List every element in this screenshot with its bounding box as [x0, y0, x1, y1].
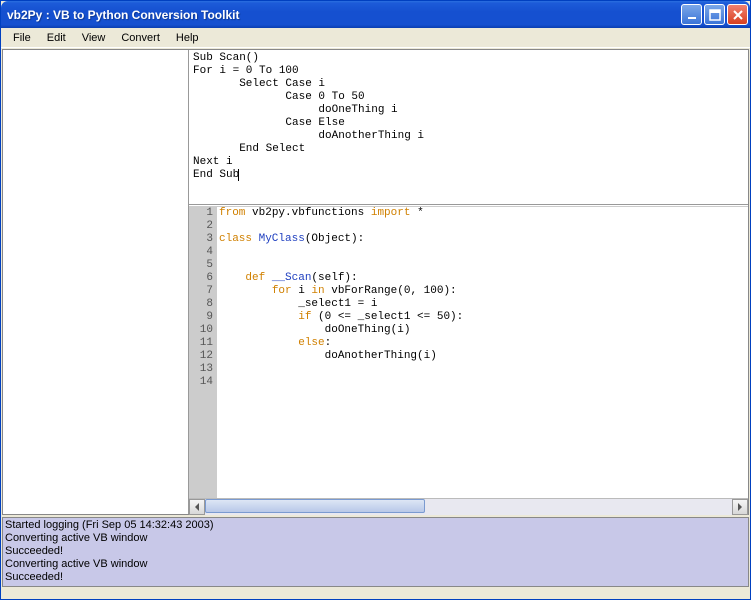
- vb-source-editor[interactable]: Sub Scan()For i = 0 To 100 Select Case i…: [189, 50, 748, 205]
- menubar: File Edit View Convert Help: [1, 28, 750, 48]
- scroll-thumb[interactable]: [205, 499, 425, 513]
- log-output-pane[interactable]: Started logging (Fri Sep 05 14:32:43 200…: [2, 517, 749, 587]
- window-title: vb2Py : VB to Python Conversion Toolkit: [7, 8, 681, 22]
- horizontal-scrollbar[interactable]: [189, 498, 748, 514]
- titlebar[interactable]: vb2Py : VB to Python Conversion Toolkit: [1, 1, 750, 28]
- scroll-left-arrow-icon[interactable]: [189, 499, 205, 515]
- scroll-track[interactable]: [205, 499, 732, 515]
- statusbar: [1, 588, 750, 599]
- window-controls: [681, 4, 748, 25]
- menu-edit[interactable]: Edit: [39, 30, 74, 46]
- menu-view[interactable]: View: [74, 30, 114, 46]
- python-code-area[interactable]: from vb2py.vbfunctions import * class My…: [217, 207, 748, 498]
- editors-pane: Sub Scan()For i = 0 To 100 Select Case i…: [189, 50, 748, 514]
- menu-help[interactable]: Help: [168, 30, 207, 46]
- python-editor-wrap: 1234567891011121314 from vb2py.vbfunctio…: [189, 206, 748, 514]
- python-output-editor[interactable]: 1234567891011121314 from vb2py.vbfunctio…: [189, 207, 748, 498]
- close-button[interactable]: [727, 4, 748, 25]
- line-number-gutter: 1234567891011121314: [189, 207, 217, 498]
- maximize-button[interactable]: [704, 4, 725, 25]
- scroll-right-arrow-icon[interactable]: [732, 499, 748, 515]
- menu-file[interactable]: File: [5, 30, 39, 46]
- workarea: Sub Scan()For i = 0 To 100 Select Case i…: [2, 49, 749, 515]
- menu-convert[interactable]: Convert: [113, 30, 168, 46]
- app-window: vb2Py : VB to Python Conversion Toolkit …: [0, 0, 751, 600]
- minimize-button[interactable]: [681, 4, 702, 25]
- tree-pane[interactable]: [3, 50, 189, 514]
